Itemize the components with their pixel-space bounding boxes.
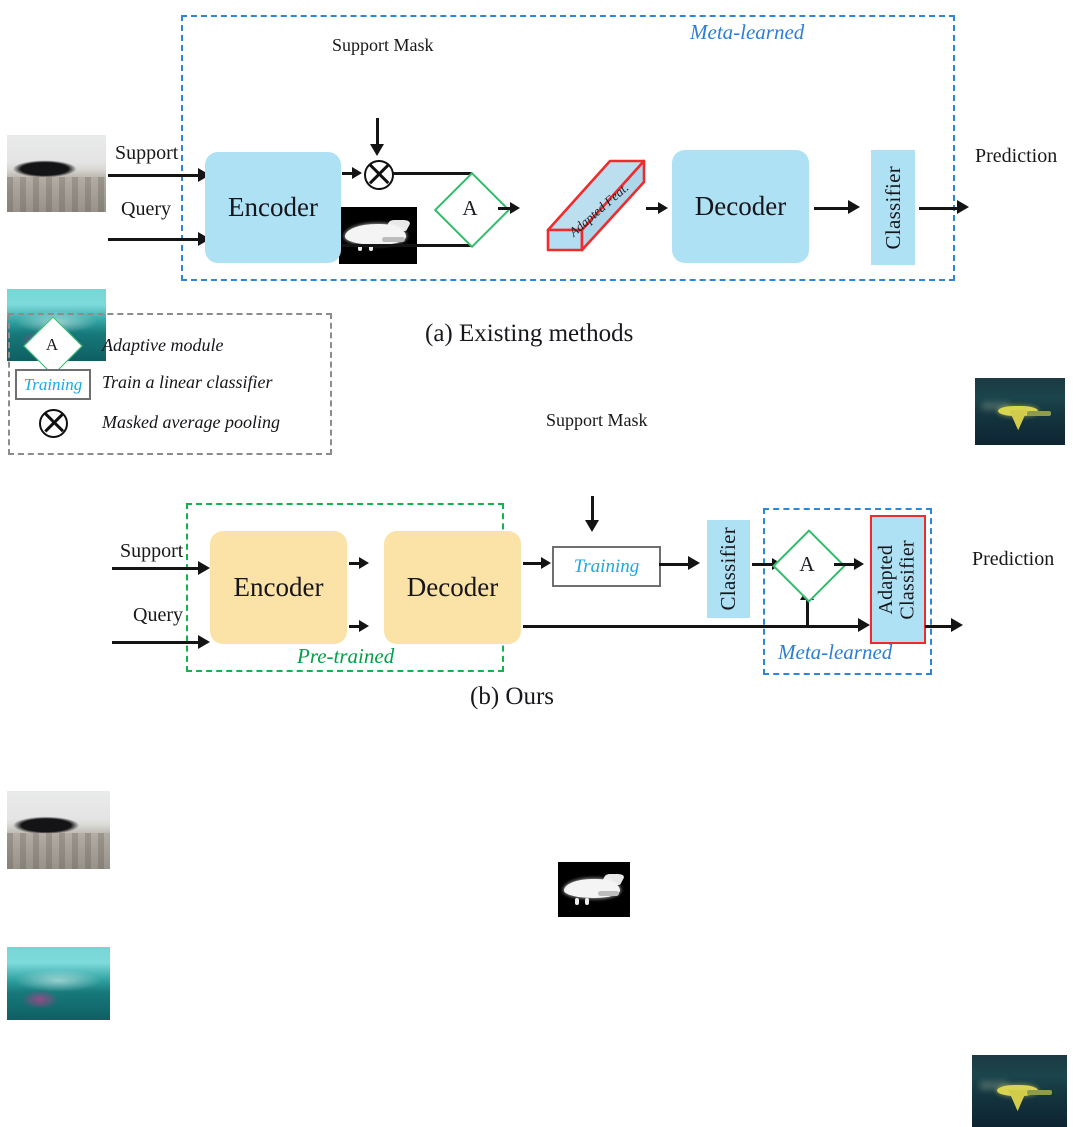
panel-b-classifier-box: Classifier [707, 520, 750, 618]
panel-b-dec-to-training-line [523, 562, 543, 565]
pred-nose [1008, 1089, 1028, 1112]
panel-a-feat-to-decoder-head [658, 202, 668, 214]
panel-b-enc-dec-head-bottom [359, 620, 369, 632]
pred-nose [1009, 410, 1028, 431]
panel-a-adaptive-module: A [433, 171, 511, 249]
panel-b-query-arrow-head [198, 635, 210, 649]
panel-b-classifier-label: Classifier [716, 527, 741, 611]
panel-b-support-label: Support [120, 540, 184, 562]
adapted-feature-svg [546, 159, 646, 252]
panel-a-query-label: Query [121, 198, 171, 220]
panel-b-adaptive-module-label: A [799, 551, 815, 576]
panel-a-pool-to-diamond-line [393, 172, 471, 175]
panel-a-support-mask-title: Support Mask [332, 35, 434, 55]
panel-a-classifier-to-pred-line [919, 207, 961, 210]
panel-a-mask-arrow-line [376, 118, 379, 146]
panel-b-prediction-title: Prediction [972, 548, 1055, 570]
panel-b-mask-arrow-head [585, 520, 599, 532]
legend-training-symbol: Training [23, 374, 83, 394]
legend-adaptive-module-icon: A [23, 316, 83, 376]
legend-masked-average-pooling-icon [39, 409, 68, 438]
panel-a-decoder-to-classifier-line [814, 207, 852, 210]
legend-masked-average-pooling-text: Masked average pooling [102, 412, 280, 432]
panel-a-classifier-label: Classifier [880, 165, 905, 250]
mask-wing-shape [597, 890, 620, 896]
panel-a-prediction-image [975, 378, 1065, 445]
panel-b-decoder-box: Decoder [384, 531, 521, 644]
panel-a-query-arrow-line [108, 238, 200, 241]
panel-b-diamond-to-adapted-line [834, 563, 856, 566]
panel-a-adapted-feature-block: Adapted Feat. [534, 146, 652, 254]
panel-b-enc-dec-head-top [359, 557, 369, 569]
panel-a-decoder-to-classifier-head [848, 200, 860, 214]
panel-b-training-label: Training [573, 555, 640, 577]
panel-b-mask-arrow-line [591, 496, 594, 522]
panel-a-support-label: Support [115, 142, 179, 164]
panel-a-adaptive-module-label: A [462, 195, 478, 220]
panel-b-query-label: Query [133, 604, 183, 626]
panel-b-prediction-image [972, 1055, 1067, 1127]
panel-b-adaptive-module: A [772, 529, 846, 603]
panel-b-adapted-classifier-box: Adapted Classifier [870, 515, 926, 644]
panel-a-decoder-label: Decoder [694, 191, 787, 221]
mask-gear-left [575, 898, 579, 905]
panel-a-support-arrow-line [108, 174, 200, 177]
panel-b-training-box: Training [552, 546, 661, 587]
panel-a-meta-learned-label: Meta-learned [690, 20, 805, 44]
panel-b-query-arrow-line [112, 641, 200, 644]
panel-b-query-bypass-line [523, 625, 863, 628]
panel-b-pretrained-label: Pre-trained [297, 644, 395, 668]
figure-canvas: Meta-learned Support Query Support Mask … [0, 0, 1080, 1127]
panel-b-adapted-classifier-line2: Classifier [897, 539, 919, 620]
panel-b-encoder-box: Encoder [210, 531, 347, 644]
panel-a-encoder-box: Encoder [205, 152, 341, 263]
panel-b-adapted-to-pred-head [951, 618, 963, 632]
panel-a-classifier-box: Classifier [871, 150, 915, 265]
panel-a-classifier-to-pred-head [957, 200, 969, 214]
legend-adaptive-module-text: Adaptive module [102, 335, 224, 355]
caption-a: (a) Existing methods [425, 320, 634, 347]
panel-a-encoder-label: Encoder [228, 192, 318, 222]
mask-gear-right [585, 898, 589, 905]
panel-b-support-image [7, 791, 110, 869]
pred-wing [1027, 410, 1051, 416]
panel-a-support-image [7, 135, 106, 212]
panel-b-decoder-label: Decoder [406, 572, 499, 602]
panel-a-decoder-box: Decoder [672, 150, 809, 263]
pred-wing [1027, 1090, 1052, 1096]
panel-b-query-image [7, 947, 110, 1020]
panel-a-masked-average-pooling-icon [364, 160, 394, 190]
panel-b-training-to-classifier-head [688, 556, 700, 570]
mask-wing-shape [381, 236, 406, 242]
panel-a-diamond-to-feat-head [510, 202, 520, 214]
legend-training-text: Train a linear classifier [102, 372, 273, 392]
panel-a-support-mask-image [339, 207, 417, 264]
panel-a-enc-to-pool-head [352, 167, 362, 179]
panel-b-support-arrow-line [112, 567, 200, 570]
panel-b-diamond-to-adapted-head [854, 558, 864, 570]
panel-a-query-bypass-line [342, 244, 472, 247]
panel-b-dec-to-training-head [541, 557, 551, 569]
legend-training-icon: Training [15, 369, 91, 400]
panel-b-support-arrow-head [198, 561, 210, 575]
panel-b-adapted-classifier-label: Adapted Classifier [875, 539, 919, 620]
panel-b-support-mask-title: Support Mask [546, 410, 648, 430]
panel-b-classifier-to-diamond-line [752, 563, 774, 566]
panel-a-mask-arrow-head [370, 144, 384, 156]
panel-b-query-bypass-head [858, 618, 870, 632]
caption-b: (b) Ours [470, 683, 555, 710]
legend-adaptive-module-symbol: A [45, 335, 59, 354]
panel-b-support-mask-image [558, 862, 630, 917]
panel-a-prediction-title: Prediction [975, 145, 1058, 167]
panel-b-adapted-classifier-line1: Adapted [875, 544, 898, 615]
panel-b-encoder-label: Encoder [233, 572, 324, 602]
